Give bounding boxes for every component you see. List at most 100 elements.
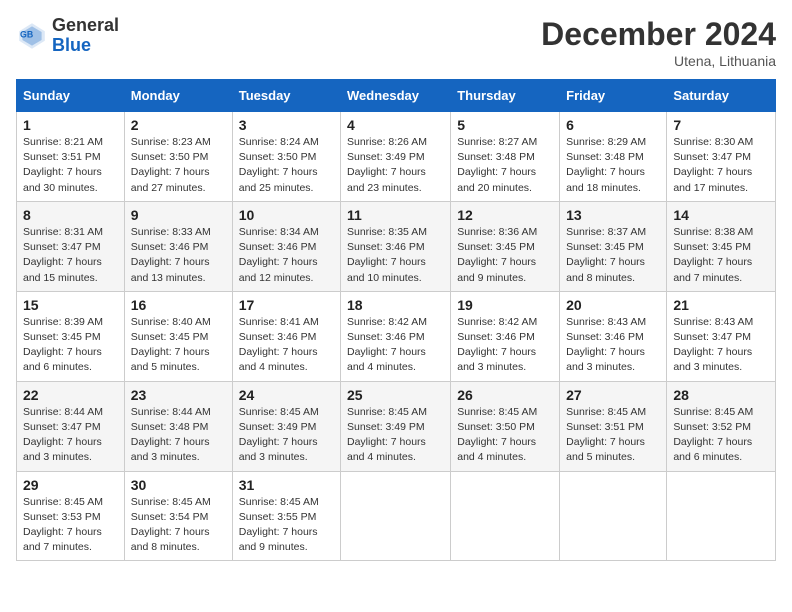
calendar-cell: 13 Sunrise: 8:37 AM Sunset: 3:45 PM Dayli… [560, 201, 667, 291]
calendar-cell: 2 Sunrise: 8:23 AM Sunset: 3:50 PM Daylig… [124, 112, 232, 202]
calendar-cell: 14Sunrise: 8:38 AM Sunset: 3:45 PM Dayli… [667, 201, 776, 291]
logo-blue-text: Blue [52, 35, 91, 55]
calendar-cell: 1 Sunrise: 8:21 AM Sunset: 3:51 PM Daylig… [17, 112, 125, 202]
day-number: 22 [23, 387, 118, 403]
day-info-text: Sunrise: 8:40 AM Sunset: 3:45 PM Dayligh… [131, 315, 226, 376]
calendar-cell: 3 Sunrise: 8:24 AM Sunset: 3:50 PM Daylig… [232, 112, 340, 202]
day-number: 31 [239, 477, 334, 493]
day-number: 29 [23, 477, 118, 493]
calendar-week-row: 29 Sunrise: 8:45 AM Sunset: 3:53 PM Dayli… [17, 471, 776, 561]
calendar-cell: 17 Sunrise: 8:41 AM Sunset: 3:46 PM Dayli… [232, 291, 340, 381]
day-info-text: Sunrise: 8:43 AM Sunset: 3:46 PM Dayligh… [566, 315, 660, 376]
calendar-cell: 7Sunrise: 8:30 AM Sunset: 3:47 PM Daylig… [667, 112, 776, 202]
day-info-text: Sunrise: 8:26 AM Sunset: 3:49 PM Dayligh… [347, 135, 444, 196]
calendar-cell: 9 Sunrise: 8:33 AM Sunset: 3:46 PM Daylig… [124, 201, 232, 291]
day-info-text: Sunrise: 8:24 AM Sunset: 3:50 PM Dayligh… [239, 135, 334, 196]
day-number: 8 [23, 207, 118, 223]
day-number: 20 [566, 297, 660, 313]
day-info-text: Sunrise: 8:23 AM Sunset: 3:50 PM Dayligh… [131, 135, 226, 196]
calendar-cell: 10 Sunrise: 8:34 AM Sunset: 3:46 PM Dayli… [232, 201, 340, 291]
day-number: 1 [23, 117, 118, 133]
calendar-cell: 31 Sunrise: 8:45 AM Sunset: 3:55 PM Dayli… [232, 471, 340, 561]
calendar-cell: 23 Sunrise: 8:44 AM Sunset: 3:48 PM Dayli… [124, 381, 232, 471]
calendar-cell: 20 Sunrise: 8:43 AM Sunset: 3:46 PM Dayli… [560, 291, 667, 381]
calendar-cell: 21 Sunrise: 8:43 AM Sunset: 3:47 PM Dayli… [667, 291, 776, 381]
day-number: 18 [347, 297, 444, 313]
day-number: 25 [347, 387, 444, 403]
day-number: 7 [673, 117, 769, 133]
day-info-text: Sunrise: 8:29 AM Sunset: 3:48 PM Dayligh… [566, 135, 660, 196]
calendar-cell: 15Sunrise: 8:39 AM Sunset: 3:45 PM Dayli… [17, 291, 125, 381]
calendar-cell [451, 471, 560, 561]
day-number: 6 [566, 117, 660, 133]
day-info-text: Sunrise: 8:45 AM Sunset: 3:54 PM Dayligh… [131, 495, 226, 556]
calendar-cell: 5 Sunrise: 8:27 AM Sunset: 3:48 PM Daylig… [451, 112, 560, 202]
day-of-week-header: Sunday [17, 80, 125, 112]
calendar-cell: 30 Sunrise: 8:45 AM Sunset: 3:54 PM Dayli… [124, 471, 232, 561]
calendar-cell: 26Sunrise: 8:45 AM Sunset: 3:50 PM Dayli… [451, 381, 560, 471]
day-info-text: Sunrise: 8:44 AM Sunset: 3:47 PM Dayligh… [23, 405, 118, 466]
day-number: 2 [131, 117, 226, 133]
logo-icon: GB [16, 20, 48, 52]
day-info-text: Sunrise: 8:36 AM Sunset: 3:45 PM Dayligh… [457, 225, 553, 286]
calendar-cell: 6 Sunrise: 8:29 AM Sunset: 3:48 PM Daylig… [560, 112, 667, 202]
day-info-text: Sunrise: 8:45 AM Sunset: 3:49 PM Dayligh… [347, 405, 444, 466]
day-info-text: Sunrise: 8:45 AM Sunset: 3:52 PM Dayligh… [673, 405, 769, 466]
day-of-week-header: Saturday [667, 80, 776, 112]
day-number: 5 [457, 117, 553, 133]
calendar-week-row: 15Sunrise: 8:39 AM Sunset: 3:45 PM Dayli… [17, 291, 776, 381]
day-of-week-header: Friday [560, 80, 667, 112]
day-info-text: Sunrise: 8:42 AM Sunset: 3:46 PM Dayligh… [347, 315, 444, 376]
calendar-cell: 12Sunrise: 8:36 AM Sunset: 3:45 PM Dayli… [451, 201, 560, 291]
day-of-week-header: Wednesday [341, 80, 451, 112]
day-number: 4 [347, 117, 444, 133]
calendar-week-row: 8 Sunrise: 8:31 AM Sunset: 3:47 PM Daylig… [17, 201, 776, 291]
day-number: 28 [673, 387, 769, 403]
calendar-cell [341, 471, 451, 561]
day-info-text: Sunrise: 8:44 AM Sunset: 3:48 PM Dayligh… [131, 405, 226, 466]
day-info-text: Sunrise: 8:31 AM Sunset: 3:47 PM Dayligh… [23, 225, 118, 286]
day-number: 13 [566, 207, 660, 223]
day-info-text: Sunrise: 8:37 AM Sunset: 3:45 PM Dayligh… [566, 225, 660, 286]
location-text: Utena, Lithuania [541, 53, 776, 69]
calendar-cell: 4 Sunrise: 8:26 AM Sunset: 3:49 PM Daylig… [341, 112, 451, 202]
day-info-text: Sunrise: 8:21 AM Sunset: 3:51 PM Dayligh… [23, 135, 118, 196]
calendar-cell [667, 471, 776, 561]
day-number: 11 [347, 207, 444, 223]
day-info-text: Sunrise: 8:39 AM Sunset: 3:45 PM Dayligh… [23, 315, 118, 376]
logo-general-text: General [52, 15, 119, 35]
day-number: 17 [239, 297, 334, 313]
day-number: 10 [239, 207, 334, 223]
day-of-week-header: Tuesday [232, 80, 340, 112]
day-number: 3 [239, 117, 334, 133]
day-info-text: Sunrise: 8:34 AM Sunset: 3:46 PM Dayligh… [239, 225, 334, 286]
day-info-text: Sunrise: 8:33 AM Sunset: 3:46 PM Dayligh… [131, 225, 226, 286]
day-info-text: Sunrise: 8:45 AM Sunset: 3:51 PM Dayligh… [566, 405, 660, 466]
day-info-text: Sunrise: 8:45 AM Sunset: 3:53 PM Dayligh… [23, 495, 118, 556]
calendar-cell: 22 Sunrise: 8:44 AM Sunset: 3:47 PM Dayli… [17, 381, 125, 471]
day-number: 16 [131, 297, 226, 313]
day-number: 23 [131, 387, 226, 403]
page-header: GB General Blue December 2024 Utena, Lit… [16, 16, 776, 69]
calendar-cell: 29 Sunrise: 8:45 AM Sunset: 3:53 PM Dayli… [17, 471, 125, 561]
calendar-cell: 16 Sunrise: 8:40 AM Sunset: 3:45 PM Dayli… [124, 291, 232, 381]
calendar-week-row: 1 Sunrise: 8:21 AM Sunset: 3:51 PM Daylig… [17, 112, 776, 202]
day-number: 30 [131, 477, 226, 493]
day-of-week-header: Thursday [451, 80, 560, 112]
logo: GB General Blue [16, 16, 119, 56]
calendar-cell: 8 Sunrise: 8:31 AM Sunset: 3:47 PM Daylig… [17, 201, 125, 291]
month-title: December 2024 [541, 16, 776, 53]
day-info-text: Sunrise: 8:27 AM Sunset: 3:48 PM Dayligh… [457, 135, 553, 196]
svg-text:GB: GB [20, 29, 33, 39]
day-number: 9 [131, 207, 226, 223]
day-of-week-header: Monday [124, 80, 232, 112]
day-info-text: Sunrise: 8:43 AM Sunset: 3:47 PM Dayligh… [673, 315, 769, 376]
day-number: 27 [566, 387, 660, 403]
calendar-week-row: 22 Sunrise: 8:44 AM Sunset: 3:47 PM Dayli… [17, 381, 776, 471]
day-number: 21 [673, 297, 769, 313]
day-info-text: Sunrise: 8:35 AM Sunset: 3:46 PM Dayligh… [347, 225, 444, 286]
day-info-text: Sunrise: 8:45 AM Sunset: 3:55 PM Dayligh… [239, 495, 334, 556]
day-number: 26 [457, 387, 553, 403]
day-info-text: Sunrise: 8:45 AM Sunset: 3:49 PM Dayligh… [239, 405, 334, 466]
day-info-text: Sunrise: 8:41 AM Sunset: 3:46 PM Dayligh… [239, 315, 334, 376]
